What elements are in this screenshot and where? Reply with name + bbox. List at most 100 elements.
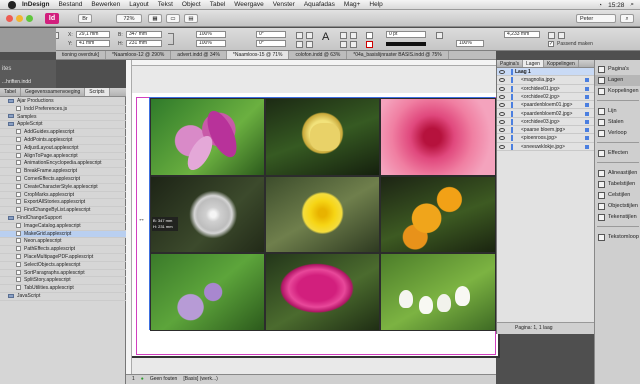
selection-square-icon[interactable] <box>585 119 589 124</box>
dock-item-effects[interactable]: Effecten <box>595 148 640 159</box>
menu-tabel[interactable]: Tabel <box>210 1 226 8</box>
dock-item-cell-styles[interactable]: Celstijlen <box>595 190 640 201</box>
menu-aquafadas[interactable]: Aquafadas <box>304 1 335 8</box>
script-file[interactable]: Neon.applescript <box>0 238 126 247</box>
menu-indesign[interactable]: InDesign <box>22 1 49 8</box>
script-file[interactable]: CropMarks.applescript <box>0 191 126 200</box>
selection-square-icon[interactable] <box>585 86 589 91</box>
layer-item-row[interactable]: <sneeuwklokje.jpg> <box>497 143 595 151</box>
image-grid[interactable] <box>149 97 496 331</box>
script-file[interactable]: SelectObjects.applescript <box>0 261 126 270</box>
script-file[interactable]: AddGuides.applescript <box>0 129 126 137</box>
photo-dandelion-yellow[interactable] <box>265 176 380 253</box>
stroke-type-dropdown[interactable] <box>386 42 426 46</box>
script-folder[interactable]: AppleScript <box>0 121 126 130</box>
preflight-profile[interactable]: [Basis] (werk...) <box>183 375 217 384</box>
search-icon[interactable]: ⌕ <box>620 14 634 23</box>
dock-item-stroke[interactable]: Lijn <box>595 106 640 117</box>
photo-peony[interactable] <box>265 253 380 331</box>
height-field[interactable]: 231 mm <box>126 40 162 47</box>
dock-item-table-styles[interactable]: Tabelstijlen <box>595 179 640 190</box>
script-file[interactable]: SplitStory.applescript <box>0 277 126 286</box>
width-field[interactable]: 347 mm <box>126 31 162 38</box>
photo-purple-flower[interactable] <box>150 253 265 331</box>
script-file[interactable]: ExportAllStories.applescript <box>0 199 126 208</box>
tab-lagen[interactable]: Lagen <box>523 60 544 67</box>
tab-document[interactable]: *Naamloos-12 @ 290% <box>106 51 172 59</box>
close-window-icon[interactable] <box>6 15 13 22</box>
photo-orchid-pink[interactable] <box>380 98 496 176</box>
visibility-eye-icon[interactable] <box>499 119 505 124</box>
clock[interactable]: 15:28 <box>608 2 624 9</box>
stroke-swatch-icon[interactable] <box>366 41 373 48</box>
photo-snowdrop[interactable] <box>380 253 496 331</box>
arrange-documents-button[interactable]: ▤ <box>184 14 198 23</box>
visibility-eye-icon[interactable] <box>499 103 505 108</box>
tab-document[interactable]: tioning overdruk] <box>56 51 106 59</box>
fit-content-proportionally-icon[interactable] <box>548 32 555 39</box>
minimize-window-icon[interactable] <box>16 15 23 22</box>
dock-item-pages[interactable]: Pagina's <box>595 64 640 75</box>
tab-document[interactable]: advert.indd @ 34% <box>171 51 227 59</box>
script-file[interactable]: TabUtilities.applescript <box>0 285 126 293</box>
visibility-eye-icon[interactable] <box>499 144 505 149</box>
rotate-90-cw-icon[interactable] <box>296 32 303 39</box>
photo-dandelion-seed[interactable] <box>150 176 265 253</box>
x-position-field[interactable]: 29,1 mm <box>76 31 110 38</box>
auto-fit-checkbox[interactable]: ✓ <box>548 41 554 47</box>
dock-item-paragraph-styles[interactable]: Alineastijlen <box>595 168 640 179</box>
script-file[interactable]: AddPoints.applescript <box>0 137 126 145</box>
page-number[interactable]: 1 <box>132 375 135 384</box>
layer-item-row[interactable]: <orchidee01.jpg> <box>497 85 595 93</box>
tab-paginas[interactable]: Pagina's <box>497 60 524 67</box>
menu-layout[interactable]: Layout <box>129 1 149 8</box>
script-folder[interactable]: FindChangeSupport <box>0 215 126 223</box>
dock-item-object-styles[interactable]: Objectstijlen <box>595 201 640 212</box>
script-folder[interactable]: Samples <box>0 114 126 122</box>
script-folder[interactable]: Ajar Productions <box>0 98 126 106</box>
zoom-window-icon[interactable] <box>26 15 33 22</box>
layer-item-row[interactable]: <paarse bloem.jpg> <box>497 126 595 135</box>
layer-row[interactable]: Laag 1 <box>497 68 595 77</box>
scale-x-field[interactable]: 100% <box>196 31 226 38</box>
photo-orchid-yellow[interactable] <box>265 98 380 176</box>
selection-square-icon[interactable] <box>585 144 589 149</box>
layer-item-row[interactable]: <pioenroos.jpg> <box>497 134 595 143</box>
menu-tekst[interactable]: Tekst <box>158 1 173 8</box>
menu-bewerken[interactable]: Bewerken <box>91 1 120 8</box>
view-options-button[interactable]: ▦ <box>148 14 162 23</box>
select-next-icon[interactable] <box>350 41 357 48</box>
tab-document[interactable]: colofon.indd @ 63% <box>289 51 348 59</box>
menu-object[interactable]: Object <box>182 1 201 8</box>
script-file[interactable]: AdjustLayout.applescript <box>0 144 126 153</box>
shear-field[interactable]: 0° <box>256 40 286 47</box>
flip-vertical-icon[interactable] <box>306 41 313 48</box>
visibility-eye-icon[interactable] <box>499 94 505 99</box>
menu-weergave[interactable]: Weergave <box>234 1 264 8</box>
visibility-eye-icon[interactable] <box>499 136 505 141</box>
selection-square-icon[interactable] <box>585 103 589 108</box>
rotate-field[interactable]: 0° <box>256 31 286 38</box>
script-file[interactable]: CreateCharacterStyle.applescript <box>0 183 126 192</box>
stroke-weight-field[interactable]: 0 pt <box>386 31 426 38</box>
dock-item-layers[interactable]: Lagen <box>595 75 640 86</box>
photo-magnolia[interactable] <box>150 98 265 176</box>
scale-y-field[interactable]: 100% <box>196 40 226 47</box>
fill-swatch-icon[interactable] <box>366 32 373 39</box>
layer-item-row[interactable]: <magnolia.jpg> <box>497 76 595 85</box>
selection-square-icon[interactable] <box>585 111 589 116</box>
layer-item-row[interactable]: <orchidee03.jpg> <box>497 118 595 127</box>
script-file[interactable]: Indd Preferences.js <box>0 105 126 114</box>
visibility-eye-icon[interactable] <box>499 70 505 74</box>
dock-item-gradient[interactable]: Verloop <box>595 128 640 139</box>
select-container-icon[interactable] <box>340 32 347 39</box>
menu-venster[interactable]: Venster <box>273 1 295 8</box>
layer-item-row[interactable]: <paardenbloem01.jpg> <box>497 101 595 110</box>
constrain-proportions-icon[interactable] <box>168 33 174 45</box>
select-content-icon[interactable] <box>350 32 357 39</box>
dock-item-character-styles[interactable]: Tekenstijlen <box>595 212 640 223</box>
script-file[interactable]: FindChangeByList.applescript <box>0 207 126 215</box>
script-file[interactable]: ImageCatalog.applescript <box>0 222 126 231</box>
tab-tabel[interactable]: Tabel <box>0 88 21 96</box>
menu-bestand[interactable]: Bestand <box>58 1 82 8</box>
